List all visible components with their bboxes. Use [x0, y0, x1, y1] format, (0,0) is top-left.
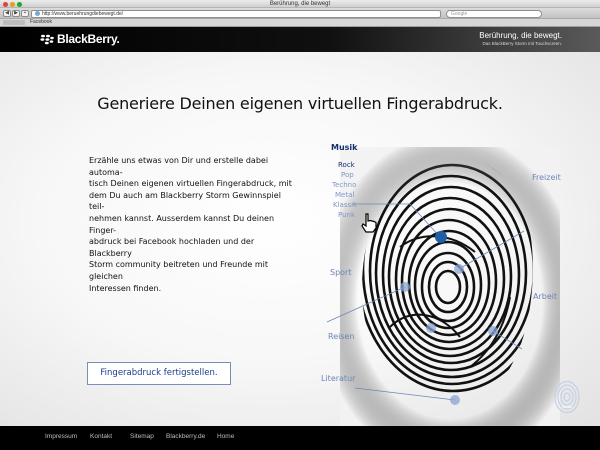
- site-icon: [35, 10, 40, 16]
- header-tagline: Berührung, die bewegt. Das BlackBerry St…: [479, 31, 562, 47]
- marker-arbeit[interactable]: [488, 326, 498, 336]
- search-placeholder: Google: [451, 10, 468, 17]
- intro-line: nehmen kannst. Ausserdem kannst Du deine…: [89, 213, 275, 235]
- intro-line: Storm community beitreten und Freunde mi…: [89, 260, 268, 281]
- category-literatur[interactable]: Literatur: [321, 374, 355, 383]
- genre-metal[interactable]: Metal: [335, 191, 354, 200]
- logo-text: BlackBerry.: [57, 32, 120, 46]
- blackberry-logo[interactable]: BlackBerry.: [40, 32, 120, 46]
- bookmarks-bar: Facebook: [0, 19, 600, 27]
- marker-freizeit[interactable]: [454, 264, 464, 274]
- genre-techno[interactable]: Techno: [332, 181, 356, 190]
- page-headline: Generiere Deinen eigenen virtuellen Fing…: [97, 94, 503, 113]
- category-arbeit[interactable]: Arbeit: [533, 292, 557, 301]
- bookmarks-icon[interactable]: [3, 20, 25, 25]
- intro-line: Erzähle uns etwas von Dir und erstelle d…: [89, 156, 269, 177]
- intro-line: tisch Deinen eigenen virtuellen Fingerab…: [89, 179, 292, 189]
- footer-link-sitemap[interactable]: Sitemap: [130, 433, 154, 440]
- marker-musik[interactable]: [435, 231, 447, 243]
- mini-fingerprint-label: zurück: [561, 405, 573, 409]
- url-text: http://www.beruehrungdiebewegt.de/: [42, 10, 124, 17]
- footer-link-impressum[interactable]: Impressum: [45, 433, 77, 440]
- main-content: Generiere Deinen eigenen virtuellen Fing…: [0, 52, 600, 427]
- genre-pop[interactable]: Pop: [341, 171, 354, 180]
- search-input[interactable]: Google: [446, 9, 542, 18]
- category-freizeit[interactable]: Freizeit: [532, 173, 561, 182]
- tagline-main: Berührung, die bewegt.: [479, 31, 562, 40]
- footer-link-home[interactable]: Home: [217, 433, 234, 440]
- back-button[interactable]: ◀: [3, 10, 11, 17]
- fingerprint-fade: [340, 147, 560, 427]
- intro-line: Interessen finden.: [89, 283, 162, 293]
- add-bookmark-button[interactable]: +: [21, 10, 29, 17]
- site-footer: Impressum Kontakt Sitemap Blackberry.de …: [0, 426, 600, 450]
- tagline-sub: Das BlackBerry Storm mit Touchscreen.: [482, 41, 562, 46]
- blackberry-logo-icon: [40, 34, 54, 44]
- marker-center[interactable]: [426, 323, 436, 333]
- marker-reisen[interactable]: [450, 395, 460, 405]
- genre-rock[interactable]: Rock: [338, 161, 355, 170]
- finish-fingerprint-button[interactable]: Fingerabdruck fertigstellen.: [87, 362, 231, 385]
- genre-klassik[interactable]: Klassik: [333, 201, 357, 210]
- site-header: BlackBerry. Berührung, die bewegt. Das B…: [0, 27, 600, 52]
- footer-link-blackberry[interactable]: Blackberry.de: [166, 433, 205, 440]
- browser-toolbar: ◀ ▶ + http://www.beruehrungdiebewegt.de/…: [0, 8, 600, 19]
- forward-button[interactable]: ▶: [12, 10, 20, 17]
- window-title: Berührung, die bewegt: [269, 1, 331, 7]
- category-musik[interactable]: Musik: [331, 143, 357, 152]
- intro-text: Erzähle uns etwas von Dir und erstelle d…: [89, 155, 297, 294]
- window-titlebar: Berührung, die bewegt: [0, 0, 600, 8]
- intro-line: abdruck bei Facebook hochladen und der B…: [89, 237, 255, 258]
- category-sport[interactable]: Sport: [330, 268, 351, 277]
- intro-line: dem Du auch am Blackberry Storm Gewinnsp…: [89, 190, 281, 212]
- marker-sport[interactable]: [400, 282, 410, 292]
- bookmark-facebook[interactable]: Facebook: [30, 19, 52, 26]
- url-input[interactable]: http://www.beruehrungdiebewegt.de/: [31, 9, 441, 18]
- footer-link-kontakt[interactable]: Kontakt: [90, 433, 112, 440]
- category-reisen[interactable]: Reisen: [328, 332, 355, 341]
- genre-punk[interactable]: Punk: [338, 211, 355, 220]
